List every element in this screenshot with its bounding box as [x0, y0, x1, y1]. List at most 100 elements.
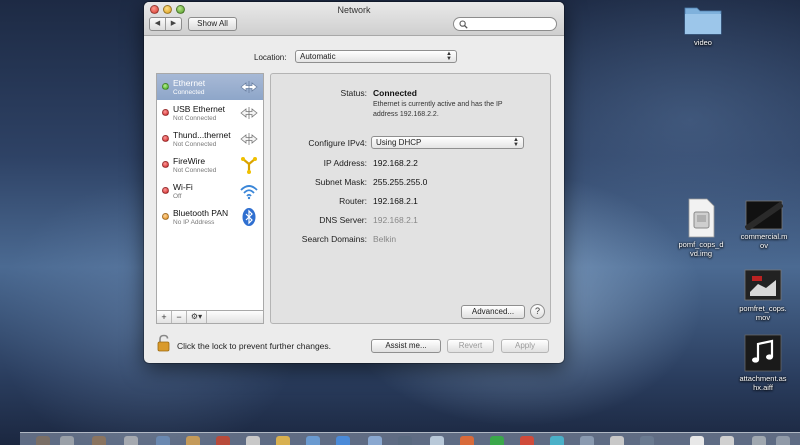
- service-item-bluetooth-pan[interactable]: Bluetooth PAN No IP Address: [157, 204, 263, 230]
- back-button[interactable]: ◀: [150, 18, 166, 30]
- configure-ipv4-popup[interactable]: Using DHCP ▲ ▼: [371, 136, 524, 149]
- dock-app-icon[interactable]: [398, 436, 412, 445]
- service-actions-gear-button[interactable]: ⚙▾: [187, 311, 207, 323]
- dock-app-icon[interactable]: [752, 436, 766, 445]
- dock-app-icon[interactable]: [336, 436, 350, 445]
- router-label: Router:: [339, 196, 367, 206]
- service-list: Ethernet Connected USB Ethernet Not Conn…: [156, 73, 264, 324]
- advanced-button[interactable]: Advanced...: [461, 305, 525, 319]
- apply-button[interactable]: Apply: [501, 339, 549, 353]
- dock-app-icon[interactable]: [690, 436, 704, 445]
- revert-button[interactable]: Revert: [447, 339, 494, 353]
- dock-app-icon[interactable]: [460, 436, 474, 445]
- service-name: Bluetooth PAN: [173, 208, 229, 218]
- ip-address-label: IP Address:: [323, 158, 367, 168]
- desktop-item-pomf-cops-dvd[interactable]: pomf_cops_d vd.img: [672, 198, 730, 258]
- assist-me-button[interactable]: Assist me...: [371, 339, 441, 353]
- dock-app-icon[interactable]: [520, 436, 534, 445]
- dock-app-icon[interactable]: [610, 436, 624, 445]
- search-field[interactable]: [453, 17, 557, 31]
- desktop-item-label: video: [694, 38, 712, 47]
- dock-app-icon[interactable]: [186, 436, 200, 445]
- search-domains-label: Search Domains:: [301, 234, 367, 244]
- ethernet-arrows-icon: [240, 81, 258, 93]
- status-description: Ethernet is currently active and has the…: [373, 101, 503, 118]
- location-label: Location:: [254, 53, 287, 62]
- dock-app-icon[interactable]: [720, 436, 734, 445]
- status-dot-icon: [162, 135, 169, 142]
- service-detail-panel: Status: Connected Ethernet is currently …: [270, 73, 551, 324]
- dock-app-icon[interactable]: [580, 436, 594, 445]
- dock-app-icon[interactable]: [246, 436, 260, 445]
- dock-app-icon[interactable]: [550, 436, 564, 445]
- firewire-icon: [241, 157, 257, 174]
- service-status: Not Connected: [173, 115, 217, 122]
- dock-app-icon[interactable]: [306, 436, 320, 445]
- service-name: Thund...thernet: [173, 130, 231, 140]
- status-dot-icon: [162, 83, 169, 90]
- search-input[interactable]: [470, 19, 554, 29]
- remove-service-button[interactable]: −: [172, 311, 187, 323]
- status-value: Connected: [373, 88, 417, 98]
- service-item-wifi[interactable]: Wi-Fi Off: [157, 178, 263, 204]
- wifi-icon: [240, 185, 258, 200]
- dock-app-icon[interactable]: [156, 436, 170, 445]
- service-item-usb-ethernet[interactable]: USB Ethernet Not Connected: [157, 100, 263, 126]
- popup-arrows-icon: ▲ ▼: [446, 51, 452, 62]
- subnet-mask-label: Subnet Mask:: [315, 177, 367, 187]
- service-status: Connected: [173, 89, 205, 96]
- configure-ipv4-value: Using DHCP: [376, 138, 422, 147]
- desktop-item-label: commercial.m ov: [740, 232, 788, 250]
- desktop-item-commercial-mov[interactable]: commercial.m ov: [734, 200, 794, 250]
- service-status: Off: [173, 193, 182, 200]
- folder-icon: [684, 7, 722, 35]
- status-dot-icon: [162, 213, 169, 220]
- bluetooth-icon: [242, 208, 256, 226]
- dock-app-icon[interactable]: [490, 436, 504, 445]
- configure-ipv4-label: Configure IPv4:: [308, 138, 367, 148]
- movie-icon: [744, 269, 782, 301]
- subnet-mask-value: 255.255.255.0: [373, 177, 428, 187]
- forward-button[interactable]: ▶: [166, 18, 181, 30]
- desktop-item-video[interactable]: video: [680, 2, 726, 47]
- dock-trash-icon[interactable]: [776, 436, 790, 445]
- dock-app-icon[interactable]: [368, 436, 382, 445]
- ethernet-arrows-icon: [240, 133, 258, 145]
- title-bar[interactable]: Network ◀ ▶ Show All: [144, 2, 564, 36]
- dock-app-icon[interactable]: [430, 436, 444, 445]
- dock-app-icon[interactable]: [216, 436, 230, 445]
- show-all-button[interactable]: Show All: [188, 17, 237, 31]
- help-button[interactable]: ?: [530, 304, 545, 319]
- music-file-icon: [744, 334, 782, 372]
- service-status: Not Connected: [173, 141, 217, 148]
- desktop-item-pomfret-cops-mov[interactable]: pomfret_cops. mov: [732, 268, 794, 322]
- status-dot-icon: [162, 187, 169, 194]
- search-icon: [459, 20, 468, 29]
- search-domains-value: Belkin: [373, 234, 397, 244]
- lock-icon[interactable]: [156, 334, 172, 352]
- service-item-ethernet[interactable]: Ethernet Connected: [157, 74, 263, 100]
- ip-address-value: 192.168.2.2: [373, 158, 418, 168]
- dock-app-icon[interactable]: [640, 436, 654, 445]
- service-item-firewire[interactable]: FireWire Not Connected: [157, 152, 263, 178]
- service-name: Ethernet: [173, 78, 206, 88]
- dock-app-icon[interactable]: [60, 436, 74, 445]
- network-preferences-window: Network ◀ ▶ Show All Location: Automatic…: [144, 2, 564, 363]
- dns-server-label: DNS Server:: [319, 215, 367, 225]
- dock-app-icon[interactable]: [276, 436, 290, 445]
- location-popup[interactable]: Automatic ▲ ▼: [295, 50, 457, 63]
- desktop-item-label: attachment.as hx.aiff: [739, 374, 787, 392]
- dock-app-icon[interactable]: [124, 436, 138, 445]
- desktop-item-label: pomf_cops_d vd.img: [678, 240, 724, 258]
- ethernet-arrows-icon: [240, 107, 258, 119]
- add-service-button[interactable]: +: [157, 311, 172, 323]
- service-name: Wi-Fi: [173, 182, 193, 192]
- dock-app-icon[interactable]: [92, 436, 106, 445]
- movie-icon: [744, 200, 784, 232]
- desktop-item-attachment-aiff[interactable]: attachment.as hx.aiff: [732, 334, 794, 392]
- dock-finder-icon[interactable]: [36, 436, 50, 445]
- desktop-item-label: pomfret_cops. mov: [739, 304, 787, 322]
- service-item-thunderbolt-ethernet[interactable]: Thund...thernet Not Connected: [157, 126, 263, 152]
- back-forward-control: ◀ ▶: [149, 17, 182, 31]
- service-status: No IP Address: [173, 219, 215, 226]
